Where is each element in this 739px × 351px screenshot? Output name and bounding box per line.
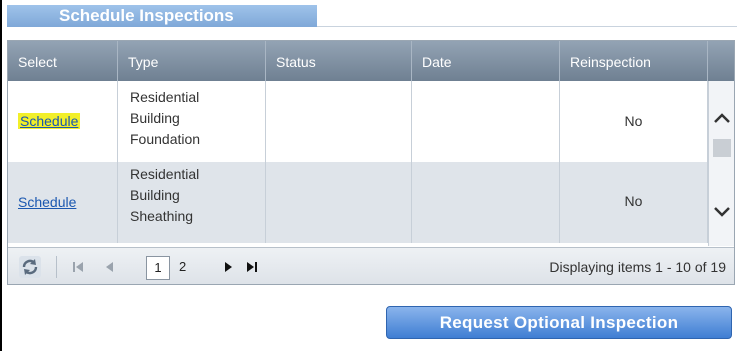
request-optional-inspection-button[interactable]: Request Optional Inspection — [386, 306, 732, 339]
pager-separator — [56, 256, 57, 278]
scroll-thumb[interactable] — [713, 139, 731, 157]
type-line: Sheathing — [130, 208, 194, 224]
vertical-scrollbar[interactable] — [708, 81, 734, 246]
type-line: Foundation — [130, 131, 201, 147]
schedule-link[interactable]: Schedule — [18, 113, 81, 129]
inspections-grid: Select Type Status Date Reinspection Sch… — [7, 40, 735, 285]
type-line: Building — [130, 110, 180, 126]
date-cell — [412, 81, 560, 162]
next-page-icon[interactable] — [224, 261, 234, 273]
date-cell — [412, 162, 560, 243]
column-header-reinspection[interactable]: Reinspection — [560, 41, 708, 81]
reinspection-cell: No — [560, 81, 708, 162]
type-line: Residential — [130, 166, 200, 182]
schedule-link[interactable]: Schedule — [18, 194, 76, 210]
type-line: Residential — [130, 89, 200, 105]
table-row: Schedule Residential Building Foundation… — [8, 81, 708, 162]
frame-border — [0, 0, 2, 351]
last-page-icon[interactable] — [246, 261, 258, 273]
select-cell: Schedule — [8, 162, 118, 243]
column-header-status[interactable]: Status — [266, 41, 412, 81]
type-cell: Residential Building Foundation — [118, 81, 266, 162]
select-cell: Schedule — [8, 81, 118, 162]
type-cell: Residential Building Sheathing — [118, 162, 266, 243]
refresh-icon[interactable] — [18, 255, 42, 279]
column-header-date[interactable]: Date — [412, 41, 560, 81]
grid-header: Select Type Status Date Reinspection — [8, 41, 734, 81]
pager-bar: 1 2 Displaying items 1 - 10 of 19 — [8, 247, 734, 284]
column-header-select[interactable]: Select — [8, 41, 118, 81]
first-page-icon[interactable] — [72, 261, 84, 273]
scroll-up-icon[interactable] — [713, 111, 731, 125]
panel-title: Schedule Inspections — [7, 5, 317, 27]
title-divider — [317, 26, 737, 27]
reinspection-cell: No — [560, 162, 708, 243]
pager-info: Displaying items 1 - 10 of 19 — [549, 259, 726, 275]
status-cell — [266, 81, 412, 162]
type-line: Building — [130, 187, 180, 203]
previous-page-icon[interactable] — [104, 261, 114, 273]
column-header-type[interactable]: Type — [118, 41, 266, 81]
scroll-down-icon[interactable] — [713, 205, 731, 219]
table-row: Schedule Residential Building Sheathing … — [8, 162, 708, 243]
status-cell — [266, 162, 412, 243]
page-link[interactable]: 2 — [179, 248, 186, 284]
page-current[interactable]: 1 — [146, 256, 170, 280]
